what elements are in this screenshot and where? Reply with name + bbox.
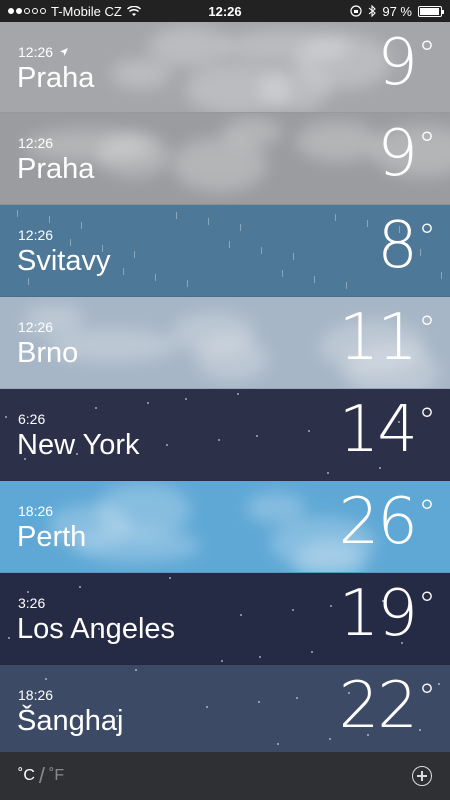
unit-separator: / [38, 763, 46, 788]
city-name: Los Angeles [17, 613, 176, 645]
city-time: 6:26 [18, 411, 45, 427]
city-row[interactable]: 12:26 Brno 11° [0, 297, 450, 389]
city-time: 18:26 [18, 503, 53, 519]
city-row[interactable]: 18:26 Perth 26° [0, 481, 450, 573]
city-time-label: 12:26 [18, 227, 54, 243]
temperature-value: 19 [338, 577, 418, 651]
bluetooth-icon [369, 5, 377, 17]
city-name: Šanghaj [17, 705, 124, 737]
signal-dot [8, 8, 14, 14]
degree-symbol: ° [418, 309, 436, 350]
city-time: 12:26 [18, 44, 69, 60]
bottom-bar: ˚C / ˚F [0, 752, 450, 800]
city-row[interactable]: 12:26 Praha 9° [0, 113, 450, 205]
degree-symbol: ° [418, 34, 436, 75]
city-time: 12:26 [18, 135, 53, 151]
celsius-option[interactable]: ˚C [18, 767, 35, 785]
status-bar: T-Mobile CZ 12:26 97 % [0, 0, 450, 22]
fahrenheit-option[interactable]: ˚F [49, 767, 64, 785]
city-time-label: 6:26 [18, 411, 46, 427]
battery-percent: 97 % [382, 3, 412, 19]
degree-symbol: ° [418, 401, 436, 442]
signal-strength-icon [8, 8, 46, 14]
temperature-value: 9 [377, 117, 418, 191]
location-arrow-icon [60, 48, 69, 56]
unit-toggle[interactable]: ˚C / ˚F [18, 763, 64, 789]
city-row[interactable]: 12:26 Svitavy 8° [0, 205, 450, 297]
city-time: 3:26 [18, 595, 45, 611]
city-temperature: 26° [338, 485, 436, 559]
carrier-label: T-Mobile CZ [51, 3, 122, 19]
wifi-icon [126, 5, 141, 16]
city-temperature: 11° [338, 301, 436, 375]
city-temperature: 14° [338, 393, 436, 467]
city-row[interactable]: 3:26 Los Angeles 19° [0, 573, 450, 665]
signal-dot [16, 8, 22, 14]
city-name: Perth [17, 521, 87, 553]
city-time-label: 3:26 [18, 595, 46, 611]
degree-symbol: ° [418, 217, 436, 258]
degree-symbol: ° [418, 493, 436, 534]
status-bar-right: 97 % [350, 3, 444, 19]
city-name: Praha [17, 153, 95, 185]
city-temperature: 19° [338, 577, 436, 651]
city-time-label: 18:26 [18, 503, 54, 519]
city-row[interactable]: 6:26 New York 14° [0, 389, 450, 481]
city-name: New York [17, 429, 140, 461]
city-name: Svitavy [17, 245, 111, 277]
degree-symbol: ° [418, 585, 436, 626]
city-temperature: 9° [377, 26, 436, 100]
city-time-label: 12:26 [18, 135, 54, 151]
status-bar-left: T-Mobile CZ [8, 4, 141, 19]
city-time-label: 12:26 [18, 44, 54, 60]
temperature-value: 22 [338, 669, 418, 743]
temperature-value: 11 [338, 301, 418, 375]
orientation-lock-icon [350, 5, 362, 17]
city-list: 12:26 Praha 9° 12:26 Praha 9° 12:26 Svitavy 8° 12… [0, 22, 450, 757]
degree-symbol: ° [418, 125, 436, 166]
city-time: 12:26 [18, 319, 53, 335]
city-time-label: 12:26 [18, 319, 54, 335]
city-temperature: 22° [338, 669, 436, 743]
temperature-value: 8 [377, 209, 418, 283]
city-temperature: 8° [377, 209, 436, 283]
temperature-value: 26 [338, 485, 418, 559]
city-time: 12:26 [18, 227, 53, 243]
signal-dot [24, 8, 30, 14]
city-row[interactable]: 18:26 Šanghaj 22° [0, 665, 450, 757]
battery-fill [420, 7, 440, 15]
temperature-value: 14 [338, 393, 418, 467]
city-time-label: 18:26 [18, 687, 54, 703]
signal-dot [40, 8, 46, 14]
city-time: 18:26 [18, 687, 53, 703]
city-name: Praha [17, 62, 95, 94]
city-name: Brno [17, 337, 79, 369]
add-city-button[interactable] [412, 766, 432, 786]
city-temperature: 9° [377, 117, 436, 191]
temperature-value: 9 [377, 26, 418, 100]
city-row[interactable]: 12:26 Praha 9° [0, 22, 450, 113]
battery-icon [418, 5, 444, 17]
degree-symbol: ° [418, 677, 436, 718]
signal-dot [32, 8, 38, 14]
